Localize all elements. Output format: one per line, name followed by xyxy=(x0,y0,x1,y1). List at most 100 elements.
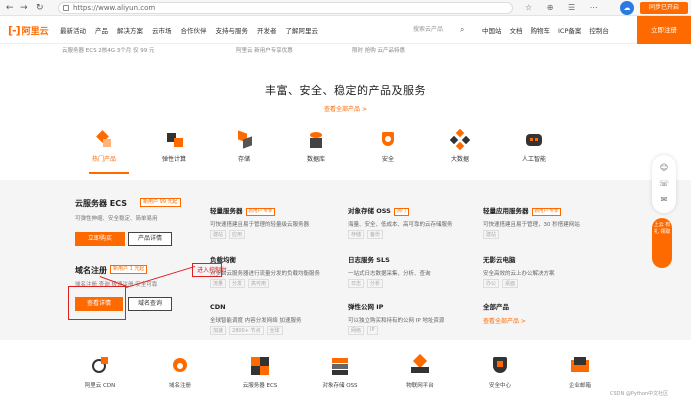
logo-mark-icon: [-] xyxy=(8,23,21,37)
bottom-product-label: 云服务器 ECS xyxy=(242,383,278,389)
bottom-product[interactable]: 安全中心 xyxy=(470,355,530,389)
product-subtag: IP xyxy=(367,326,378,335)
annotation-label: 进入控制台 xyxy=(197,267,228,274)
tab-label: 数据库 xyxy=(306,156,325,163)
tab-big-data[interactable]: 大数据 xyxy=(436,128,484,163)
feature-tag: 新用户 99 元起 xyxy=(140,198,181,207)
product-card[interactable]: CDN 全球智能调度 内容分发网络 加速服务 加速 2800+ 节点 全球 xyxy=(210,294,320,335)
product-title: 无影云电脑 xyxy=(483,256,516,264)
tab-label: 人工智能 xyxy=(521,156,546,163)
site-header: [-] 阿里云 最新活动 产品 解决方案 云市场 合作伙伴 支持与服务 开发者 … xyxy=(0,16,691,44)
tab-label: 安全 xyxy=(381,156,394,163)
nav-item-developers[interactable]: 开发者 xyxy=(257,25,277,35)
shield-icon xyxy=(378,130,398,150)
category-tabs: 热门产品 弹性计算 存储 数据库 安全 大数据 人工智能 xyxy=(80,128,600,174)
product-card[interactable]: 轻量应用服务器 新用户 专享 可快速搭建且易于管理，30 秒搭建网站 建站 xyxy=(483,198,593,239)
product-card[interactable]: 无影云电脑 安全高效的云上办公解决方案 办公 桌面 xyxy=(483,247,593,288)
product-subtag: 2800+ 节点 xyxy=(229,326,264,335)
address-bar[interactable]: https://www.aliyun.com xyxy=(58,2,513,14)
url-text: https://www.aliyun.com xyxy=(73,4,156,12)
mail-icon[interactable]: ✉ xyxy=(659,195,669,205)
refresh-icon[interactable]: ↻ xyxy=(36,2,44,14)
product-subtag: 备份 xyxy=(367,230,384,239)
bottom-product[interactable]: 阿里云 CDN xyxy=(70,355,130,389)
product-subtag: 加速 xyxy=(210,326,227,335)
compute-icon xyxy=(164,130,184,150)
product-title: 日志服务 SLS xyxy=(348,256,390,264)
bottom-product[interactable]: 域名注册 xyxy=(150,355,210,389)
product-desc: 可快速搭建且易于管理，30 秒搭建网站 xyxy=(483,222,580,228)
tab-hot-products[interactable]: 热门产品 xyxy=(80,130,128,163)
product-subtag: 分析 xyxy=(367,279,384,288)
browser-toolbar: ← → ↻ https://www.aliyun.com ☆ ⊕ ☰ ⋯ ☁ 同… xyxy=(0,0,691,16)
nav-item-region[interactable]: 中国站 xyxy=(482,25,502,35)
announcement-item[interactable]: 限时 抢购 云产品特惠 xyxy=(352,46,405,54)
product-subtag: 桌面 xyxy=(502,279,519,288)
announcement-item[interactable]: 阿里云 新用户专享优惠 xyxy=(236,46,293,54)
nav-item-support[interactable]: 支持与服务 xyxy=(216,25,249,35)
logo-text: 阿里云 xyxy=(21,26,49,37)
smile-icon[interactable]: ☺ xyxy=(659,163,669,173)
product-card[interactable]: 弹性公网 IP 可以独立购买和持有的公网 IP 地址资源 网络 IP xyxy=(348,294,458,335)
watermark: CSDN @Python中文社区 xyxy=(610,391,669,397)
register-button[interactable]: 立即注册 xyxy=(637,16,691,44)
product-subtag: 分发 xyxy=(229,279,246,288)
nav-item-products[interactable]: 产品 xyxy=(95,25,108,35)
nav-item-console[interactable]: 控制台 xyxy=(589,25,609,35)
product-tag: 新用户 专享 xyxy=(245,208,276,216)
bottom-product[interactable]: 对象存储 OSS xyxy=(310,355,370,389)
tab-security[interactable]: 安全 xyxy=(364,130,412,163)
cloud-icon[interactable]: ☁ xyxy=(620,1,634,15)
logo[interactable]: [-] 阿里云 xyxy=(8,23,49,37)
nav-item-activities[interactable]: 最新活动 xyxy=(60,25,86,35)
ecs-detail-button[interactable]: 产品详情 xyxy=(128,232,172,246)
browser-sync-button[interactable]: 同步已开启 xyxy=(640,2,688,14)
bottom-product[interactable]: 物联网平台 xyxy=(390,353,450,389)
nav-item-cart[interactable]: 购物车 xyxy=(531,25,551,35)
domain-search-button[interactable]: 域名查询 xyxy=(128,297,172,311)
tab-storage[interactable]: 存储 xyxy=(220,130,268,163)
all-products-link[interactable]: 查看全部产品 > xyxy=(0,104,691,113)
utility-nav: 中国站 文档 购物车 ICP备案 控制台 xyxy=(482,25,609,35)
search-input[interactable]: 搜索云产品 xyxy=(413,24,475,36)
bottom-product-label: 阿里云 CDN xyxy=(84,383,116,389)
product-title: 弹性公网 IP xyxy=(348,303,384,311)
product-card[interactable]: 全部产品 查看全部产品 > xyxy=(483,294,593,325)
tab-database[interactable]: 数据库 xyxy=(292,130,340,163)
nav-item-marketplace[interactable]: 云市场 xyxy=(152,25,172,35)
nav-item-partners[interactable]: 合作伙伴 xyxy=(181,25,207,35)
forward-icon[interactable]: → xyxy=(20,2,28,14)
bottom-product-label: 企业邮箱 xyxy=(568,383,591,389)
oss-icon xyxy=(329,355,351,377)
big-data-icon xyxy=(449,128,471,151)
nav-item-docs[interactable]: 文档 xyxy=(510,25,523,35)
nav-item-icp[interactable]: ICP备案 xyxy=(558,25,581,35)
feature-desc: 可弹性伸缩、安全稳定、简单易用 xyxy=(75,216,158,222)
phone-icon[interactable]: ☏ xyxy=(659,179,669,189)
floating-promo-button[interactable]: 上云 有礼 领取 xyxy=(652,218,672,268)
product-card[interactable]: 轻量服务器 新用户 专享 可快速搭建且易于管理的轻量级云服务器 建站 应用 xyxy=(210,198,320,239)
tab-elastic-compute[interactable]: 弹性计算 xyxy=(150,130,198,163)
ecs-buy-button[interactable]: 立即购买 xyxy=(75,232,125,246)
all-products-link[interactable]: 查看全部产品 > xyxy=(483,316,593,325)
feature-title-ecs: 云服务器 ECS xyxy=(75,199,128,208)
bottom-product[interactable]: 云服务器 ECS xyxy=(230,355,290,389)
iot-icon xyxy=(409,353,431,377)
announcement-item[interactable]: 云服务器 ECS 2核4G 3个月 仅 99 元 xyxy=(62,46,155,54)
back-icon[interactable]: ← xyxy=(6,2,14,14)
nav-item-about[interactable]: 了解阿里云 xyxy=(286,25,319,35)
product-card[interactable]: 对象存储 OSS 热门 海量、安全、低成本、高可靠的云存储服务 存储 备份 xyxy=(348,198,458,239)
cdn-icon xyxy=(89,355,111,377)
browser-action-icons[interactable]: ☆ ⊕ ☰ ⋯ xyxy=(525,3,604,12)
product-subtag: 办公 xyxy=(483,279,500,288)
product-subtag: 建站 xyxy=(483,230,500,239)
product-card[interactable]: 日志服务 SLS 一站式日志数据采集、分析、查询 日志 分析 xyxy=(348,247,458,288)
tab-ai[interactable]: 人工智能 xyxy=(510,130,558,163)
product-title: CDN xyxy=(210,303,226,311)
tab-label: 弹性计算 xyxy=(161,156,186,163)
bottom-product-row: 阿里云 CDN 域名注册 云服务器 ECS 对象存储 OSS 物联网平台 安全中… xyxy=(70,353,630,399)
nav-item-solutions[interactable]: 解决方案 xyxy=(117,25,143,35)
mail-icon xyxy=(569,355,591,377)
search-icon[interactable]: ⌕ xyxy=(460,25,464,35)
bottom-product[interactable]: 企业邮箱 xyxy=(550,355,610,389)
